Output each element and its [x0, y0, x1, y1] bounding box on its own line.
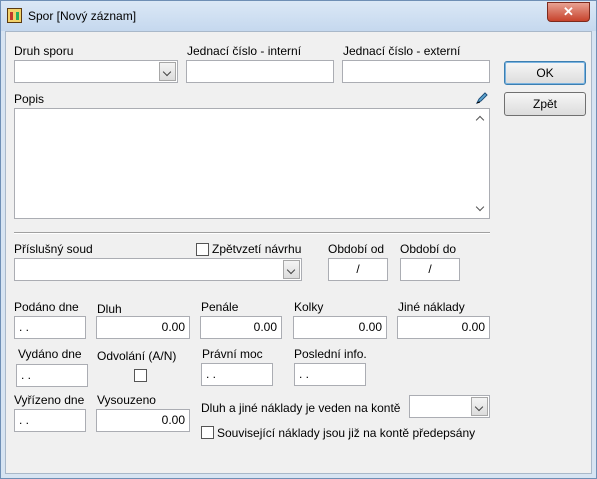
kolky-label: Kolky: [294, 300, 324, 314]
pravni-moc-label: Právní moc: [202, 347, 263, 361]
posledni-info-input[interactable]: . .: [294, 363, 366, 386]
odvolani-label: Odvolání (A/N): [97, 349, 177, 363]
popis-scrollbar[interactable]: [472, 109, 489, 218]
druh-sporu-select[interactable]: [14, 60, 178, 83]
scroll-down-icon[interactable]: [475, 202, 485, 212]
close-button[interactable]: ✕: [547, 2, 590, 22]
dialog-body: Druh sporu Jednací číslo - interní Jedna…: [5, 31, 592, 474]
jednaci-interni-label: Jednací číslo - interní: [187, 44, 302, 58]
separator: [14, 232, 490, 234]
jednaci-externi-input[interactable]: [342, 60, 490, 83]
obdobi-do-input[interactable]: /: [400, 258, 460, 281]
chevron-down-icon[interactable]: [283, 260, 300, 279]
window-title: Spor [Nový záznam]: [28, 9, 137, 23]
vysouzeno-label: Vysouzeno: [97, 393, 156, 407]
dluh-label: Dluh: [97, 302, 122, 316]
vydano-input[interactable]: . .: [16, 364, 88, 387]
ok-button[interactable]: OK: [504, 61, 586, 85]
podano-label: Podáno dne: [14, 300, 79, 314]
pen-icon[interactable]: [474, 90, 490, 106]
obdobi-do-label: Období do: [400, 242, 457, 256]
scroll-up-icon[interactable]: [475, 115, 485, 125]
obdobi-od-input[interactable]: /: [328, 258, 388, 281]
pravni-moc-input[interactable]: . .: [201, 363, 273, 386]
penale-label: Penále: [201, 300, 239, 314]
posledni-info-label: Poslední info.: [294, 347, 367, 361]
zpet-button[interactable]: Zpět: [504, 92, 586, 116]
vedeno-na-konte-label: Dluh a jiné náklady je veden na kontě: [201, 401, 401, 415]
dialog-window: Spor [Nový záznam] ✕ Druh sporu Jednací …: [0, 0, 597, 479]
popis-textarea[interactable]: [14, 108, 490, 219]
chevron-down-icon[interactable]: [159, 62, 176, 81]
jednaci-interni-input[interactable]: [186, 60, 334, 83]
penale-input[interactable]: 0.00: [200, 316, 282, 339]
vyrizeno-label: Vyřízeno dne: [14, 393, 85, 407]
soud-select[interactable]: [14, 258, 302, 281]
vyrizeno-input[interactable]: . .: [14, 409, 86, 432]
title-bar[interactable]: Spor [Nový záznam] ✕: [1, 1, 596, 31]
vysouzeno-input[interactable]: 0.00: [96, 409, 190, 432]
predepsany-checkbox[interactable]: [201, 426, 214, 439]
jine-naklady-label: Jiné náklady: [398, 300, 465, 314]
jednaci-externi-label: Jednací číslo - externí: [343, 44, 461, 58]
jine-naklady-input[interactable]: 0.00: [397, 316, 490, 339]
popis-label: Popis: [14, 92, 45, 106]
zpetvzeti-checkbox[interactable]: [196, 243, 209, 256]
zpetvzeti-label: Zpětvzetí návrhu: [212, 242, 302, 256]
kolky-input[interactable]: 0.00: [293, 316, 387, 339]
soud-label: Příslušný soud: [14, 242, 93, 256]
dluh-input[interactable]: 0.00: [96, 316, 190, 339]
chevron-down-icon[interactable]: [471, 397, 488, 416]
predepsany-label: Související náklady jsou již na kontě př…: [217, 426, 476, 440]
druh-sporu-label: Druh sporu: [14, 44, 74, 58]
podano-input[interactable]: . .: [14, 316, 86, 339]
vedeno-na-konte-select[interactable]: [409, 395, 490, 418]
app-icon: [7, 8, 22, 23]
obdobi-od-label: Období od: [328, 242, 385, 256]
odvolani-checkbox[interactable]: [134, 369, 147, 382]
vydano-label: Vydáno dne: [18, 347, 82, 361]
